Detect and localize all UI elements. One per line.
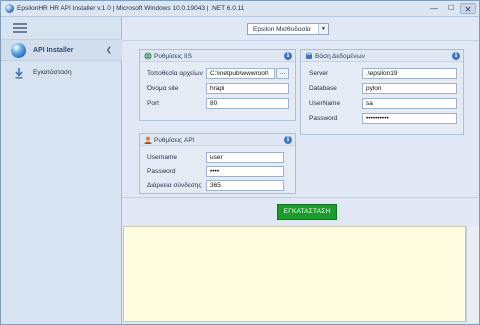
company-select[interactable]: Epsilon Μισθοδοσία ▼: [247, 23, 329, 35]
iis-panel-title: Ρυθμίσεις IIS: [154, 53, 192, 60]
sidebar: API Installer ❮ Εγκατάσταση: [1, 17, 122, 324]
api-settings-panel: Ρυθμίσεις API i Username user Password •…: [139, 133, 296, 194]
install-log-area[interactable]: [123, 226, 466, 322]
database-icon: [306, 52, 312, 59]
info-icon[interactable]: i: [284, 136, 292, 144]
maximize-button[interactable]: ☐: [444, 3, 458, 14]
log-scrollbar[interactable]: [466, 226, 479, 322]
globe-icon: [11, 43, 26, 58]
iis-settings-panel: Ρυθμίσεις IIS i Τοποθεσία αρχείων C:\ine…: [139, 49, 296, 121]
install-bar: ΕΓΚΑΤΑΣΤΑΣΗ: [123, 197, 479, 226]
port-input[interactable]: 80: [206, 98, 289, 109]
api-password-input[interactable]: ••••: [206, 166, 284, 177]
download-arrow-icon: [14, 67, 24, 79]
folder-path-input[interactable]: C:\inetpub\wwwroot\: [206, 68, 275, 79]
database-panel: Βάση Δεδομένων i Server .\epsilon19 Data…: [300, 49, 464, 135]
folder-label: Τοποθεσία αρχείων: [147, 70, 203, 77]
site-name-label: Όνομα site: [147, 85, 179, 92]
window-title: EpsilonHR HR API Installer v.1.0 | Micro…: [17, 5, 245, 12]
nav-group-label: API Installer: [33, 47, 74, 54]
info-icon[interactable]: i: [452, 52, 460, 60]
api-username-label: Username: [147, 154, 177, 161]
api-panel-header: Ρυθμίσεις API i: [140, 134, 295, 146]
dropdown-arrow-icon[interactable]: ▼: [318, 24, 328, 34]
sidebar-item-label: Εγκατάσταση: [33, 69, 72, 76]
close-button[interactable]: ✕: [460, 3, 476, 14]
install-button[interactable]: ΕΓΚΑΤΑΣΤΑΣΗ: [277, 204, 337, 220]
info-icon[interactable]: i: [284, 52, 292, 60]
sidebar-item-install[interactable]: Εγκατάσταση: [1, 65, 122, 81]
db-username-input[interactable]: sa: [362, 98, 457, 109]
db-username-label: UserName: [309, 100, 341, 107]
db-password-label: Password: [309, 115, 338, 122]
server-label: Server: [309, 70, 329, 77]
user-icon: [144, 136, 152, 144]
session-duration-label: Διάρκεια σύνδεσης: [147, 182, 202, 189]
app-globe-icon: [5, 4, 14, 13]
chevron-collapse-icon[interactable]: ❮: [106, 46, 112, 54]
port-label: Port: [147, 100, 159, 107]
db-password-input[interactable]: ••••••••••: [362, 113, 457, 124]
nav-group-api-installer[interactable]: API Installer ❮: [1, 39, 122, 61]
session-duration-input[interactable]: 365: [206, 180, 284, 191]
main-content: Epsilon Μισθοδοσία ▼ Ρυθμίσεις IIS i Τοπ…: [123, 17, 479, 324]
database-input[interactable]: pylon: [362, 83, 457, 94]
minimize-button[interactable]: —: [427, 3, 441, 14]
api-password-label: Password: [147, 168, 176, 175]
database-panel-header: Βάση Δεδομένων i: [301, 50, 463, 62]
database-label: Database: [309, 85, 337, 92]
app-window: EpsilonHR HR API Installer v.1.0 | Micro…: [0, 0, 480, 325]
server-input[interactable]: .\epsilon19: [362, 68, 457, 79]
hamburger-menu-icon[interactable]: [13, 23, 27, 33]
toolbar-divider: [123, 40, 479, 41]
browse-button[interactable]: ...: [276, 68, 289, 79]
api-panel-title: Ρυθμίσεις API: [154, 137, 195, 144]
company-select-value: Epsilon Μισθοδοσία: [253, 26, 311, 33]
api-username-input[interactable]: user: [206, 152, 284, 163]
database-panel-title: Βάση Δεδομένων: [315, 53, 365, 60]
site-name-input[interactable]: hrapi: [206, 83, 289, 94]
title-bar[interactable]: EpsilonHR HR API Installer v.1.0 | Micro…: [1, 1, 479, 17]
iis-panel-header: Ρυθμίσεις IIS i: [140, 50, 295, 62]
globe-icon: [144, 52, 152, 60]
